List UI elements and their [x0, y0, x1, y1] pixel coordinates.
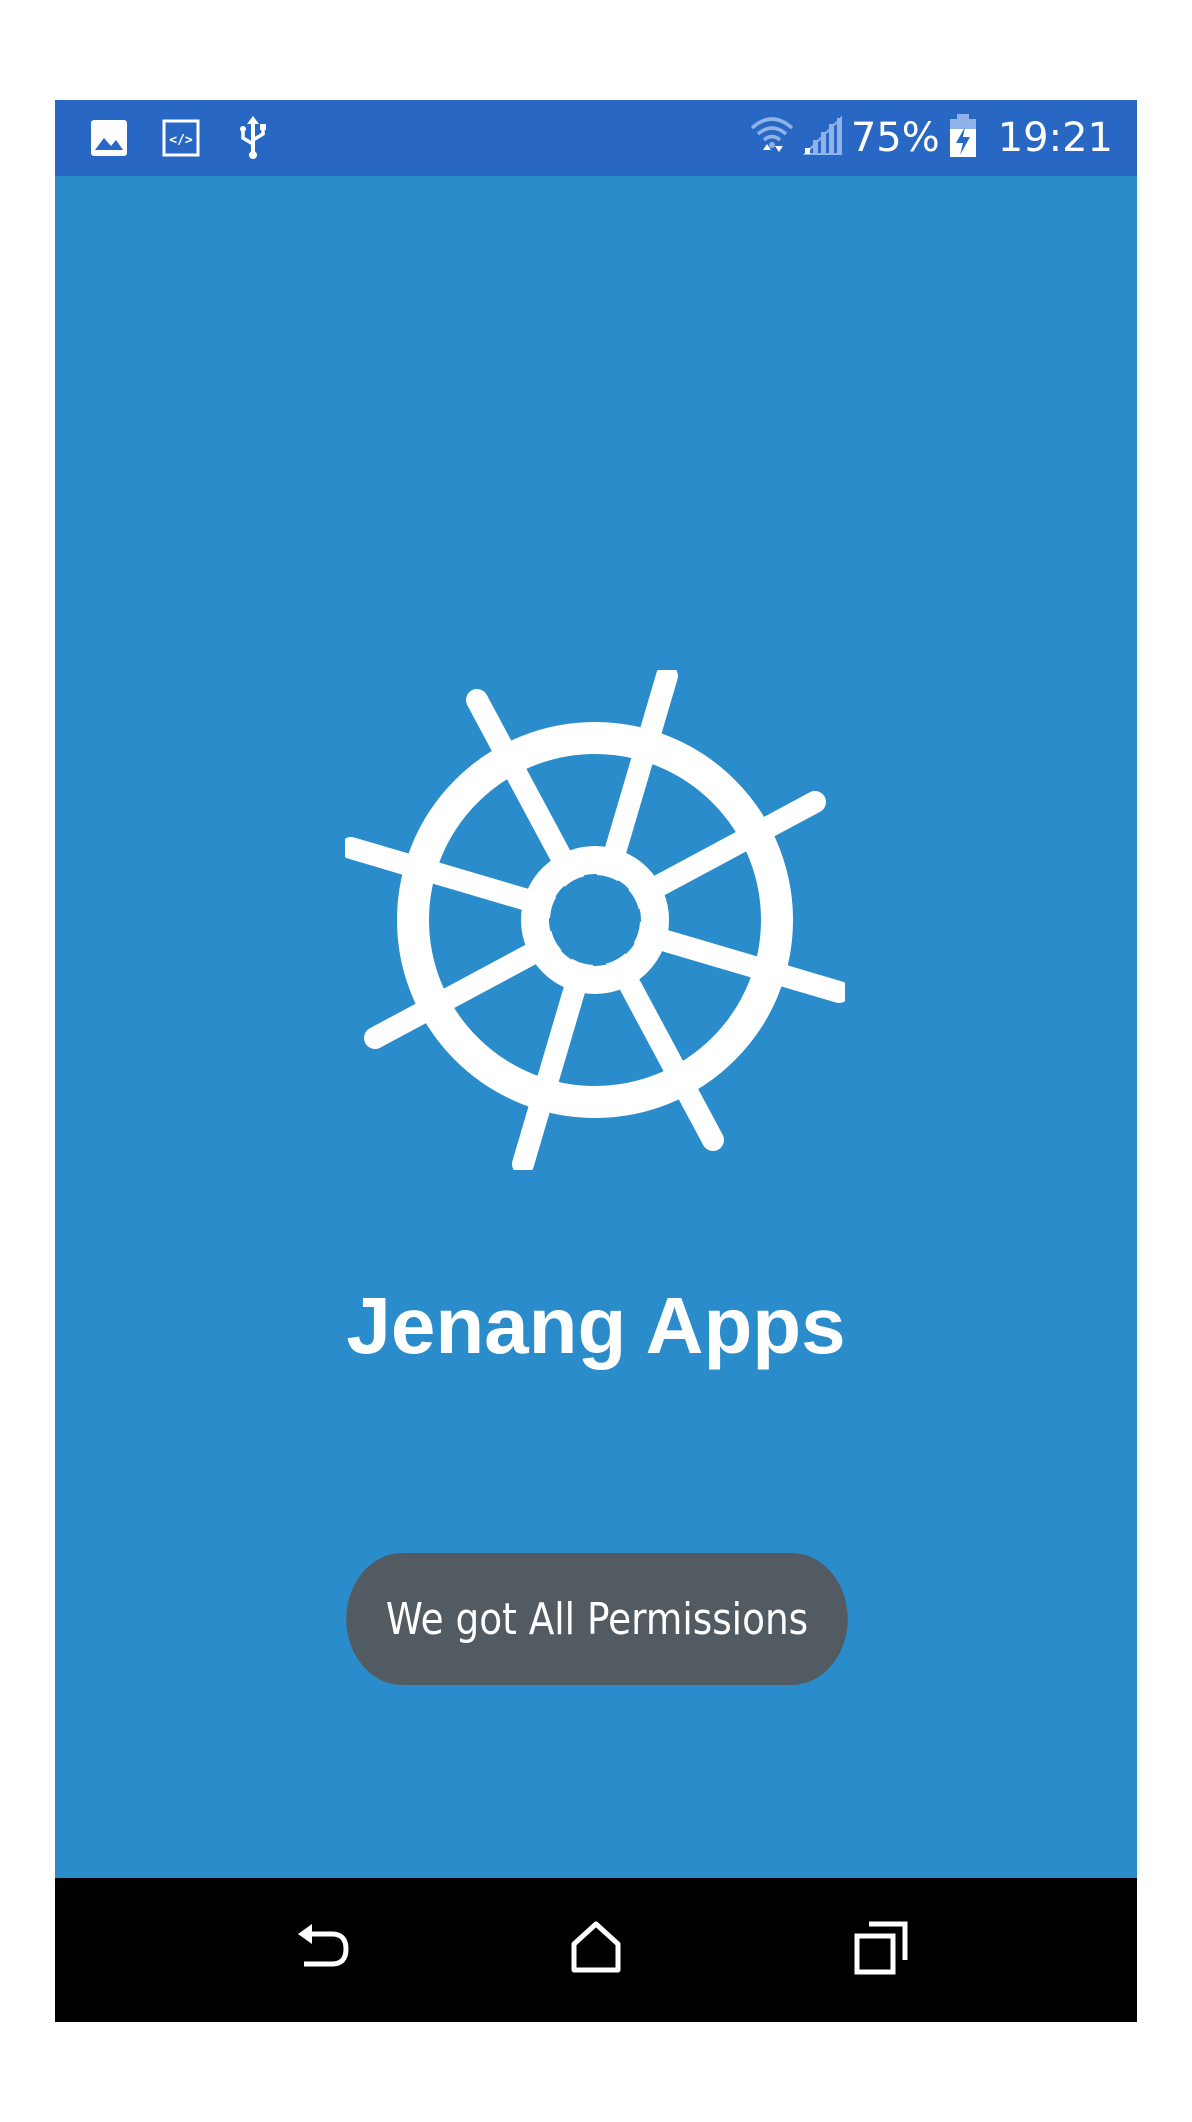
usb-icon — [231, 116, 275, 160]
toast-message: We got All Permissions — [385, 1593, 809, 1645]
home-button[interactable] — [562, 1916, 630, 1984]
permission-toast: We got All Permissions — [346, 1553, 848, 1685]
battery-percent: 75% — [850, 115, 940, 161]
wifi-icon — [749, 114, 795, 163]
clock: 19:21 — [997, 115, 1113, 161]
app-name: Jenang Apps — [346, 1281, 846, 1370]
phone-screen: </> 75% 19:21 Jenang Apps We got All Per… — [55, 100, 1137, 2022]
home-icon — [568, 1920, 624, 1981]
navigation-bar — [55, 1878, 1137, 2022]
code-icon: </> — [159, 116, 203, 160]
back-icon — [296, 1920, 352, 1981]
ship-wheel-icon — [340, 665, 850, 1175]
battery-charging-icon — [948, 113, 978, 164]
recents-icon — [853, 1920, 909, 1981]
recents-button[interactable] — [847, 1916, 915, 1984]
status-bar: </> 75% 19:21 — [55, 100, 1137, 176]
back-button[interactable] — [290, 1916, 358, 1984]
gallery-icon — [87, 116, 131, 160]
svg-text:</>: </> — [169, 133, 193, 148]
signal-icon — [802, 114, 843, 163]
status-right-group: 75% 19:21 — [749, 100, 1113, 176]
